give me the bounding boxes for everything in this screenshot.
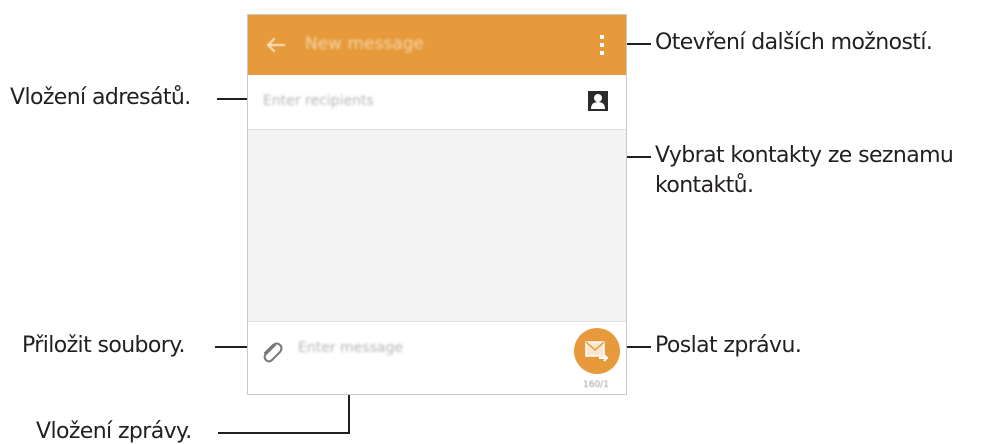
page-title: New message xyxy=(305,34,424,54)
callout-attach: Přiložit soubory. xyxy=(22,333,186,358)
callout-message: Vložení zprávy. xyxy=(36,419,192,444)
send-button[interactable] xyxy=(574,328,620,374)
callout-more-options: Otevření dalších možností. xyxy=(655,30,933,55)
contact-icon[interactable] xyxy=(588,91,608,111)
recipients-placeholder: Enter recipients xyxy=(263,93,374,109)
paperclip-icon[interactable] xyxy=(258,339,284,365)
app-bar: New message xyxy=(248,15,626,75)
more-vertical-icon[interactable] xyxy=(596,33,608,57)
message-input[interactable]: Enter message xyxy=(298,340,403,356)
callout-contacts-line1: Vybrat kontakty ze seznamu xyxy=(655,143,954,168)
callout-contacts-line2: kontaktů. xyxy=(655,173,754,198)
phone-screen: New message Enter recipients Enter messa… xyxy=(247,14,627,395)
recipients-field[interactable]: Enter recipients xyxy=(248,75,626,130)
send-message-icon xyxy=(585,341,609,362)
callout-recipients: Vložení adresátů. xyxy=(10,85,191,110)
callout-send: Poslat zprávu. xyxy=(655,333,802,358)
composer-bar: Enter message 160/1 xyxy=(248,321,626,394)
arrow-left-icon[interactable] xyxy=(264,29,288,61)
character-counter: 160/1 xyxy=(583,380,609,390)
